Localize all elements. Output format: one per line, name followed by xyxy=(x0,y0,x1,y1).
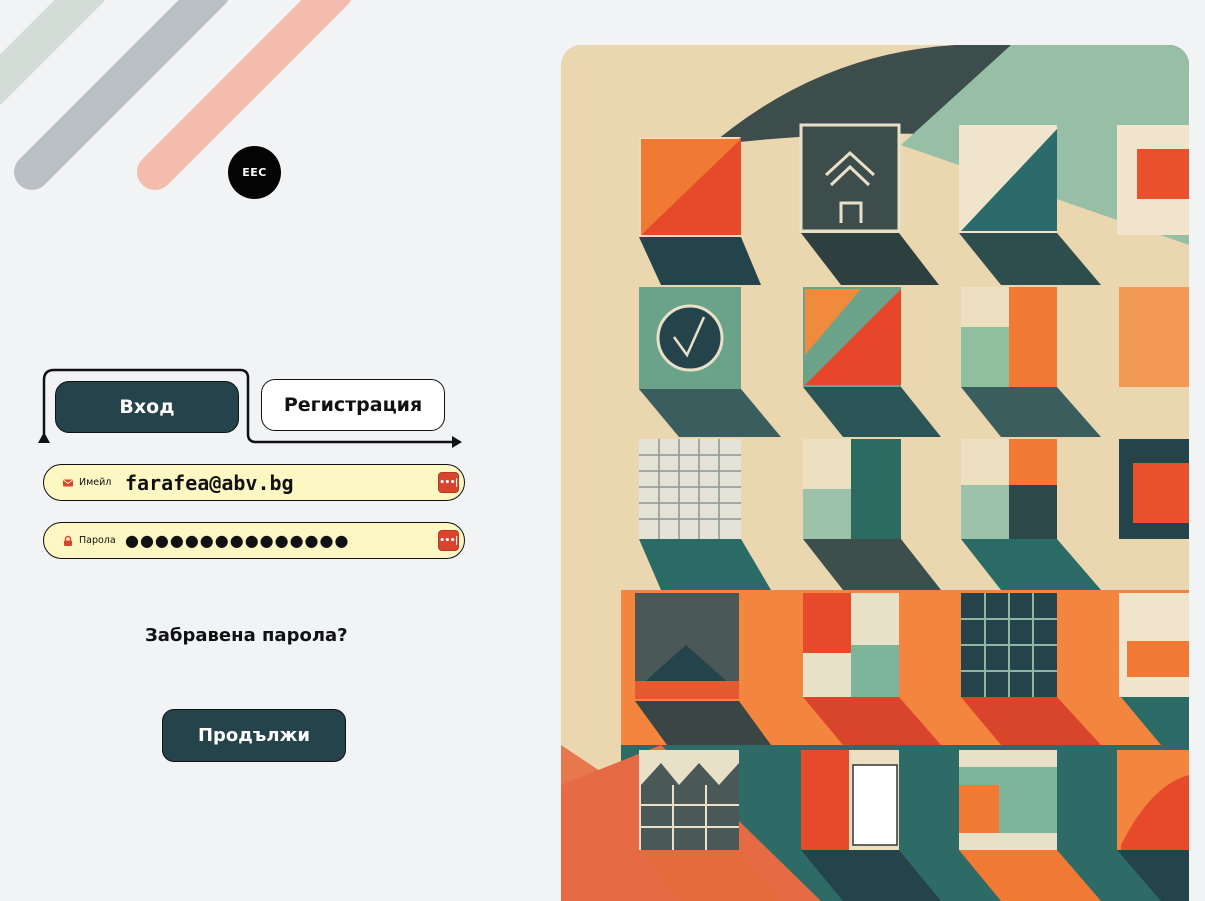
decorative-stripes xyxy=(0,0,352,190)
email-label: Имейл xyxy=(79,477,112,488)
illustration-panel xyxy=(561,45,1189,901)
password-field[interactable]: Парола ●●●●●●●●●●●●●●● •••| xyxy=(43,522,465,559)
geometric-buildings-art xyxy=(561,45,1189,901)
continue-button[interactable]: Продължи xyxy=(162,709,346,762)
lock-icon xyxy=(64,535,72,546)
password-manager-icon[interactable]: •••| xyxy=(438,472,459,493)
mail-icon xyxy=(63,479,73,486)
email-field[interactable]: Имейл farafea@abv.bg •••| xyxy=(43,464,465,501)
logo[interactable]: EEC xyxy=(228,146,281,199)
email-input[interactable]: farafea@abv.bg xyxy=(125,471,425,495)
logo-text: EEC xyxy=(242,166,267,179)
tab-login[interactable]: Вход xyxy=(55,381,239,433)
forgot-password-link[interactable]: Забравена парола? xyxy=(145,625,365,646)
password-label: Парола xyxy=(79,535,116,546)
tab-register[interactable]: Регистрация xyxy=(261,379,445,431)
password-input[interactable]: ●●●●●●●●●●●●●●● xyxy=(125,531,425,550)
password-manager-icon[interactable]: •••| xyxy=(438,530,459,551)
